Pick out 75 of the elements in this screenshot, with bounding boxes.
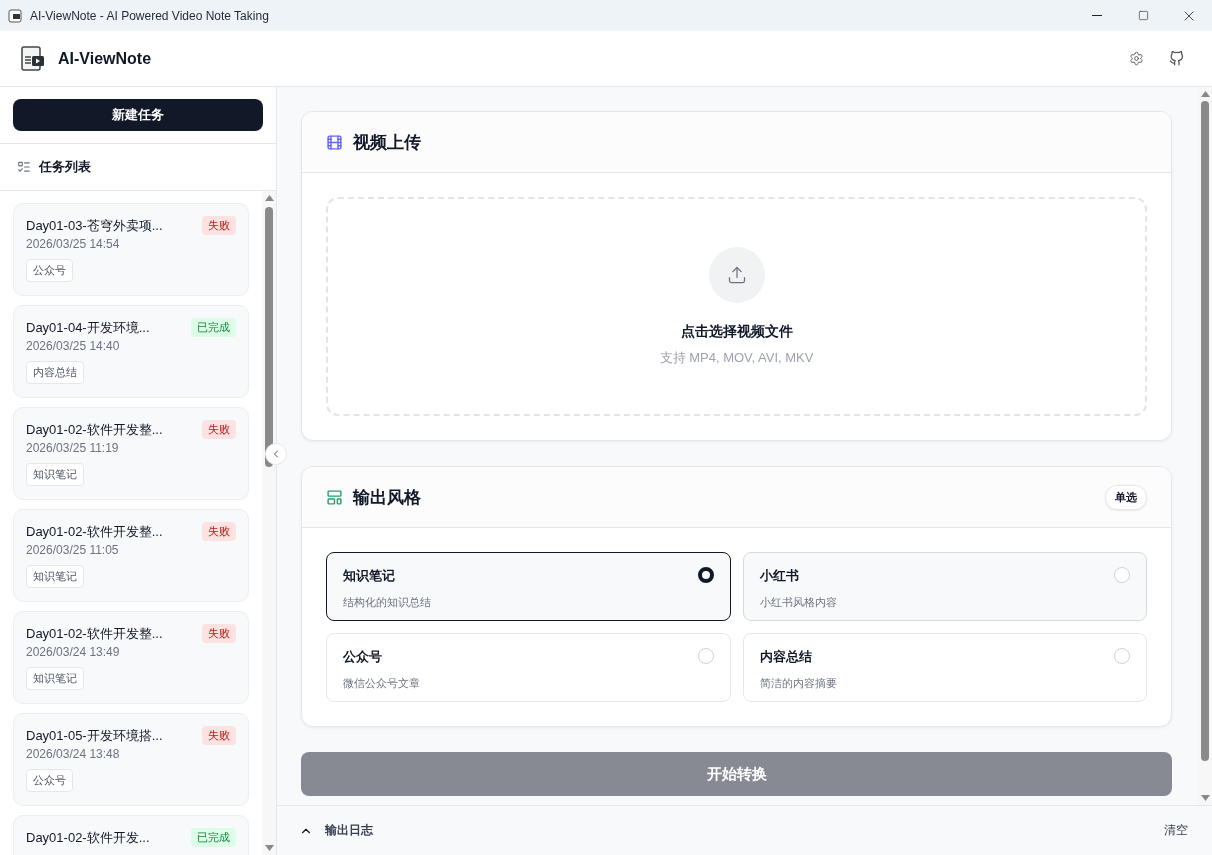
status-badge: 失败 [202, 726, 236, 745]
status-badge: 失败 [202, 420, 236, 439]
style-title: 输出风格 [353, 486, 422, 509]
scroll-up-icon[interactable] [1200, 91, 1210, 97]
status-badge: 失败 [202, 216, 236, 235]
task-date: 2026/03/25 14:40 [26, 339, 121, 353]
new-task-button[interactable]: 新建任务 [13, 99, 263, 131]
option-label: 知识笔记 [343, 567, 395, 585]
scroll-down-icon[interactable] [1200, 795, 1210, 801]
mode-badge: 单选 [1105, 484, 1147, 510]
task-card[interactable]: Day01-02-软件开发... 已完成 [13, 815, 249, 855]
window-title: AI-ViewNote - AI Powered Video Note Taking [30, 8, 270, 23]
film-icon [326, 133, 343, 151]
option-description: 微信公众号文章 [343, 676, 420, 691]
task-list-title: 任务列表 [39, 158, 91, 176]
status-badge: 失败 [202, 624, 236, 643]
style-tag: 知识笔记 [26, 463, 84, 486]
style-tag: 知识笔记 [26, 565, 84, 588]
task-title: Day01-03-苍穹外卖项... [26, 216, 163, 235]
upload-prompt: 点击选择视频文件 [680, 322, 793, 341]
option-description: 结构化的知识总结 [343, 595, 431, 610]
task-card[interactable]: Day01-02-软件开发整... 失败 2026/03/25 11:05 知识笔记 [13, 509, 249, 602]
style-option[interactable]: 公众号 微信公众号文章 [326, 633, 731, 702]
style-tag: 内容总结 [26, 361, 84, 384]
video-drop-zone[interactable]: 点击选择视频文件 支持 MP4, MOV, AVI, MKV [326, 197, 1147, 416]
task-title: Day01-02-软件开发整... [26, 420, 163, 439]
option-description: 小红书风格内容 [759, 595, 837, 610]
task-list-icon [17, 160, 31, 174]
scrollbar-thumb[interactable] [265, 207, 273, 467]
task-card[interactable]: Day01-02-软件开发整... 失败 2026/03/24 13:49 知识笔记 [13, 611, 249, 704]
status-badge: 失败 [202, 522, 236, 541]
task-card[interactable]: Day01-02-软件开发整... 失败 2026/03/25 11:19 知识笔记 [13, 407, 249, 500]
task-card[interactable]: Day01-04-开发环境... 已完成 2026/03/25 14:40 内容总结 [13, 305, 249, 398]
radio-button[interactable] [697, 567, 714, 583]
scroll-down-icon[interactable] [264, 845, 274, 851]
style-option[interactable]: 内容总结 简洁的内容摘要 [742, 633, 1147, 702]
app-icon [8, 8, 22, 23]
task-date: 2026/03/25 14:54 [26, 237, 121, 251]
status-badge: 已完成 [191, 318, 236, 337]
option-label: 小红书 [759, 567, 799, 585]
minimize-icon [1092, 15, 1102, 16]
option-label: 公众号 [343, 648, 382, 666]
style-option[interactable]: 小红书 小红书风格内容 [742, 552, 1147, 621]
task-title: Day01-05-开发环境搭... [26, 726, 163, 745]
task-title: Day01-02-软件开发整... [26, 522, 163, 541]
scrollbar-thumb[interactable] [1201, 101, 1209, 761]
style-tag: 公众号 [26, 769, 73, 792]
scrollbar[interactable] [1198, 87, 1212, 805]
task-title: Day01-02-软件开发整... [26, 624, 163, 643]
task-date: 2026/03/24 13:48 [26, 747, 121, 761]
style-option[interactable]: 知识笔记 结构化的知识总结 [326, 552, 731, 621]
scroll-up-icon[interactable] [264, 195, 274, 201]
app-name: AI-ViewNote [58, 49, 153, 68]
style-tag: 公众号 [26, 259, 73, 282]
task-date: 2026/03/24 13:49 [26, 645, 121, 659]
layout-icon [326, 488, 343, 506]
task-card[interactable]: Day01-03-苍穹外卖项... 失败 2026/03/25 14:54 公众号 [13, 203, 249, 296]
option-description: 简洁的内容摘要 [759, 676, 837, 691]
upload-title: 视频上传 [353, 131, 422, 154]
clear-button[interactable]: 清空 [1164, 822, 1188, 839]
scrollbar[interactable] [262, 191, 276, 855]
log-title: 输出日志 [325, 822, 374, 839]
task-date: 2026/03/25 11:19 [26, 441, 120, 455]
style-tag: 知识笔记 [26, 667, 84, 690]
settings-icon [1128, 51, 1144, 66]
document-video-icon [20, 45, 46, 72]
cat-icon [1168, 51, 1184, 66]
option-label: 内容总结 [759, 648, 812, 666]
maximize-icon [1137, 10, 1149, 21]
task-title: Day01-04-开发环境... [26, 318, 150, 337]
format-hint: 支持 MP4, MOV, AVI, MKV [659, 348, 814, 367]
task-date: 2026/03/25 11:05 [26, 543, 120, 557]
task-card[interactable]: Day01-05-开发环境搭... 失败 2026/03/24 13:48 公众号 [13, 713, 249, 806]
task-title: Day01-02-软件开发... [26, 828, 150, 847]
status-badge: 已完成 [191, 828, 236, 847]
